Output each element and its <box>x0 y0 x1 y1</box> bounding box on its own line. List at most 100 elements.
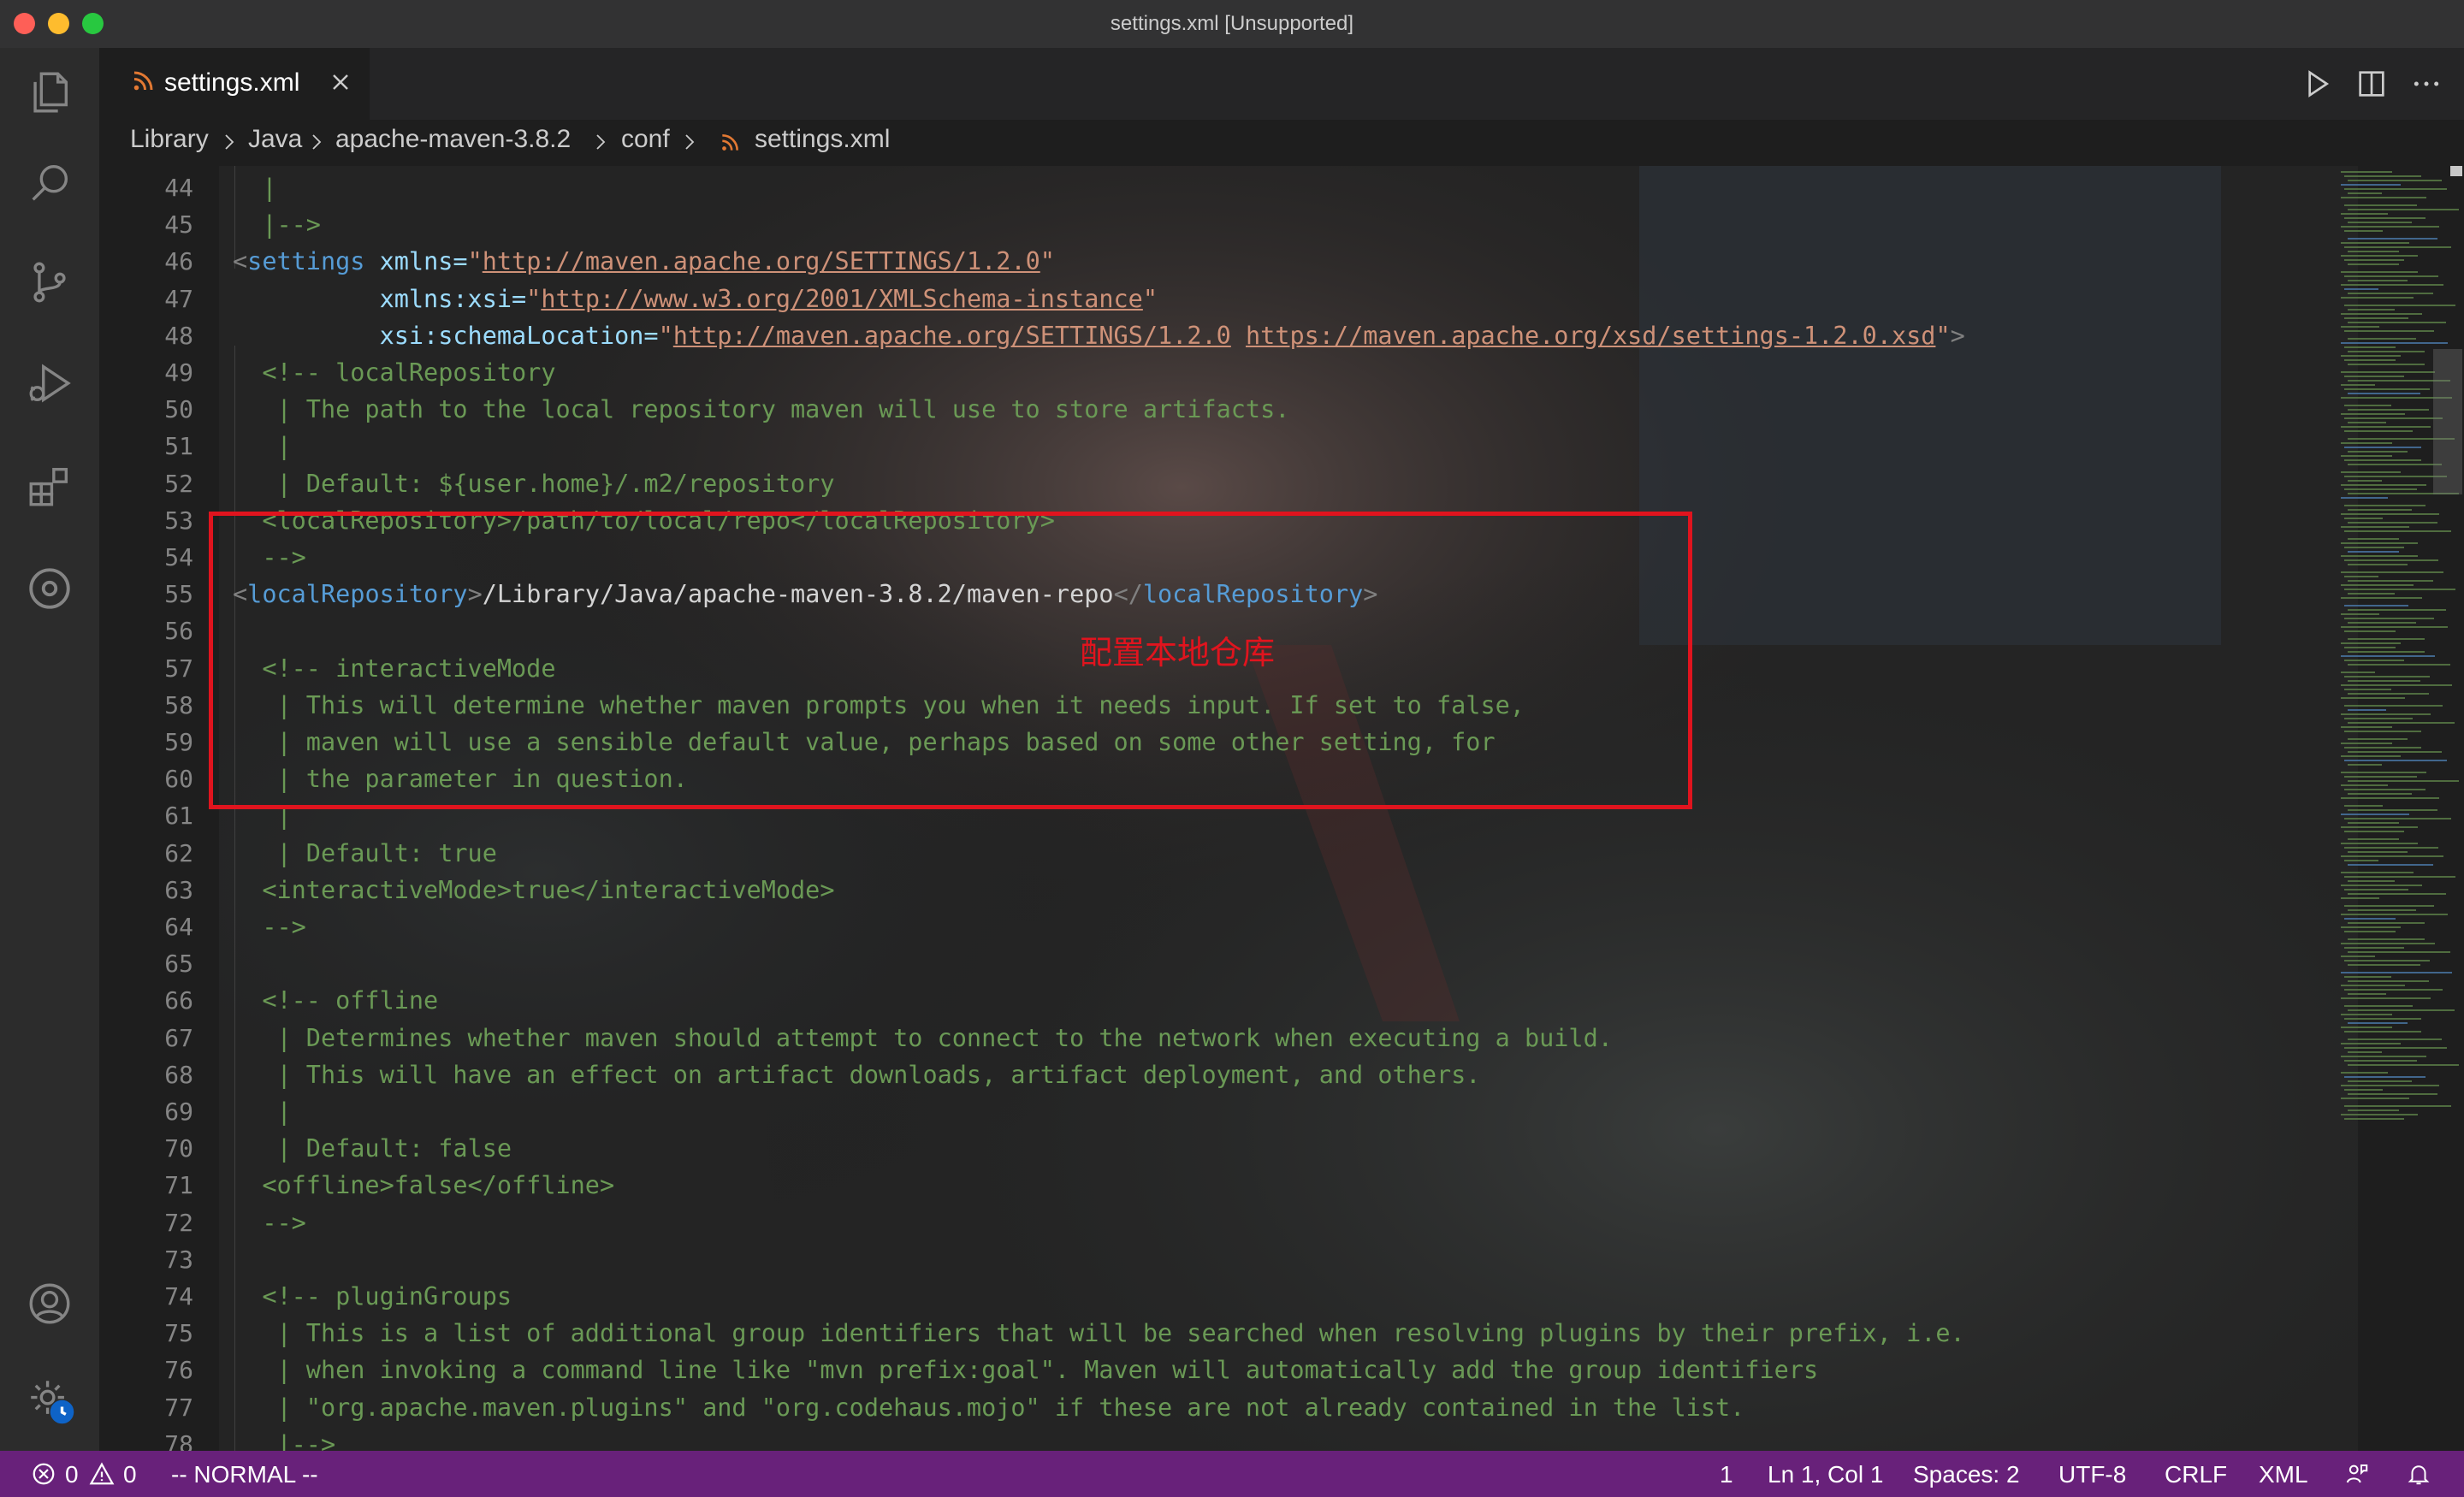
code-line[interactable]: |--> <box>233 206 321 243</box>
code-link[interactable]: http://maven.apache.org/SETTINGS/1.2.0 <box>483 247 1040 275</box>
minimap-line <box>2348 409 2429 411</box>
code-line[interactable]: | Default: ${user.home}/.m2/repository <box>233 465 835 502</box>
more-actions-icon[interactable] <box>2409 67 2443 101</box>
code-line[interactable]: | <box>233 169 276 206</box>
breadcrumb-conf[interactable]: conf <box>621 125 670 154</box>
search-icon[interactable] <box>22 156 77 210</box>
minimap-line <box>2348 209 2459 210</box>
code-token: | Default: ${user.home}/.m2/repository <box>233 469 835 498</box>
code-line[interactable]: xsi:schemaLocation="http://maven.apache.… <box>233 317 1965 354</box>
code-line[interactable]: | when invoking a command line like "mvn… <box>233 1352 1818 1388</box>
run-icon[interactable] <box>2300 67 2334 101</box>
code-line[interactable]: <offline>false</offline> <box>233 1167 614 1204</box>
code-line[interactable]: | <box>233 1093 292 1130</box>
minimap-line <box>2348 593 2395 595</box>
minimap-line <box>2341 184 2401 186</box>
code-line[interactable]: <interactiveMode>true</interactiveMode> <box>233 872 834 908</box>
line-number: 71 <box>164 1171 193 1200</box>
code-link[interactable]: http://maven.apache.org/SETTINGS/1.2.0 <box>673 322 1231 350</box>
code-link[interactable]: https://maven.apache.org/xsd/settings-1.… <box>1246 322 1935 350</box>
minimap-line <box>2341 426 2431 428</box>
code-token: xmlns:xsi= <box>233 284 527 313</box>
warning-icon[interactable] <box>89 1461 115 1487</box>
code-line[interactable]: --> <box>233 1204 305 1241</box>
minimap-line <box>2344 305 2455 306</box>
minimap-line <box>2348 1022 2408 1024</box>
minimap-line <box>2344 876 2455 878</box>
source-control-icon[interactable] <box>22 255 77 310</box>
code-token: | <box>233 432 292 461</box>
code-token: < <box>233 247 248 276</box>
code-line[interactable]: | "org.apache.maven.plugins" and "org.co… <box>233 1389 1744 1426</box>
code-link[interactable]: http://www.w3.org/2001/XMLSchema-instanc… <box>541 285 1143 313</box>
code-line[interactable]: <!-- pluginGroups <box>233 1278 512 1315</box>
rss-icon <box>722 134 738 151</box>
cursor-position[interactable]: Ln 1, Col 1 <box>1768 1461 1883 1488</box>
selection-count[interactable]: 1 <box>1720 1461 1733 1488</box>
minimap-line <box>2348 664 2450 666</box>
minimap-line <box>2344 275 2438 277</box>
code-token: | <box>233 1098 292 1126</box>
code-line[interactable]: | Default: false <box>233 1130 512 1167</box>
code-line[interactable]: | <box>233 428 292 464</box>
extensions-icon[interactable] <box>22 459 77 513</box>
explorer-icon[interactable] <box>22 65 77 120</box>
minimap-line <box>2344 618 2434 619</box>
minimap-line <box>2341 897 2379 899</box>
close-icon[interactable] <box>327 68 354 96</box>
minimap-line <box>2341 1114 2418 1115</box>
run-debug-icon[interactable] <box>22 356 77 411</box>
code-token: <!-- offline <box>233 986 439 1015</box>
code-line[interactable]: | Default: true <box>233 835 496 872</box>
line-number: 72 <box>164 1208 193 1237</box>
vertical-scrollbar[interactable] <box>2433 349 2462 494</box>
code-line[interactable]: <settings xmlns="http://maven.apache.org… <box>233 243 1055 280</box>
minimap-line <box>2344 1018 2421 1020</box>
file-encoding[interactable]: UTF-8 <box>2058 1461 2126 1488</box>
settings-gear-icon[interactable] <box>22 1372 77 1427</box>
language-mode[interactable]: XML <box>2259 1461 2308 1488</box>
line-number: 78 <box>164 1429 193 1451</box>
minimap-line <box>2348 809 2437 811</box>
end-of-line[interactable]: CRLF <box>2165 1461 2227 1488</box>
minimap-line <box>2341 555 2418 557</box>
code-line[interactable]: | The path to the local repository maven… <box>233 391 1289 428</box>
minimap-line <box>2348 293 2433 294</box>
code-editor[interactable]: 44 45 46 47 48 49 50 51 52 53 54 55 56 57 58 59 60 61 62 63… <box>99 166 2464 1451</box>
minimap-line <box>2341 213 2388 215</box>
minimap-line <box>2341 371 2435 373</box>
breadcrumb-library[interactable]: Library <box>130 125 209 154</box>
code-line[interactable]: | This is a list of additional group ide… <box>233 1315 1964 1352</box>
code-line[interactable]: |--> <box>233 1426 335 1451</box>
code-line[interactable]: <!-- localRepository <box>233 354 555 391</box>
split-editor-icon[interactable] <box>2354 67 2389 101</box>
minimap-line <box>2344 605 2408 606</box>
tab-settings-xml[interactable]: settings.xml <box>99 48 370 120</box>
minimap-line <box>2348 280 2408 281</box>
minimap-line <box>2344 647 2396 648</box>
minimap-line <box>2341 497 2388 499</box>
minimap-line <box>2344 346 2396 348</box>
code-line[interactable]: xmlns:xsi="http://www.w3.org/2001/XMLSch… <box>233 281 1158 317</box>
error-count[interactable]: 0 <box>65 1461 79 1488</box>
breadcrumb-settings-xml[interactable]: settings.xml <box>755 125 890 154</box>
error-icon[interactable] <box>31 1461 56 1487</box>
minimap-line <box>2344 1047 2447 1049</box>
minimap-line <box>2344 960 2430 962</box>
remote-icon[interactable] <box>22 561 77 616</box>
notifications-bell-icon[interactable] <box>2406 1461 2431 1487</box>
code-token: | Determines whether maven should attemp… <box>233 1023 1613 1052</box>
code-line[interactable]: --> <box>233 908 305 945</box>
breadcrumb-java[interactable]: Java <box>248 125 302 154</box>
minimap-line <box>2348 564 2408 565</box>
indentation-setting[interactable]: Spaces: 2 <box>1913 1461 2020 1488</box>
code-token: | when invoking a command line like "mvn… <box>233 1356 1819 1385</box>
code-line[interactable]: <!-- offline <box>233 982 438 1019</box>
line-number: 75 <box>164 1319 193 1348</box>
code-line[interactable]: | Determines whether maven should attemp… <box>233 1020 1613 1056</box>
warning-count[interactable]: 0 <box>123 1461 137 1488</box>
feedback-icon[interactable] <box>2344 1461 2370 1487</box>
account-icon[interactable] <box>22 1276 77 1331</box>
code-line[interactable]: | This will have an effect on artifact d… <box>233 1056 1480 1093</box>
breadcrumb-apache-maven[interactable]: apache-maven-3.8.2 <box>335 125 571 154</box>
